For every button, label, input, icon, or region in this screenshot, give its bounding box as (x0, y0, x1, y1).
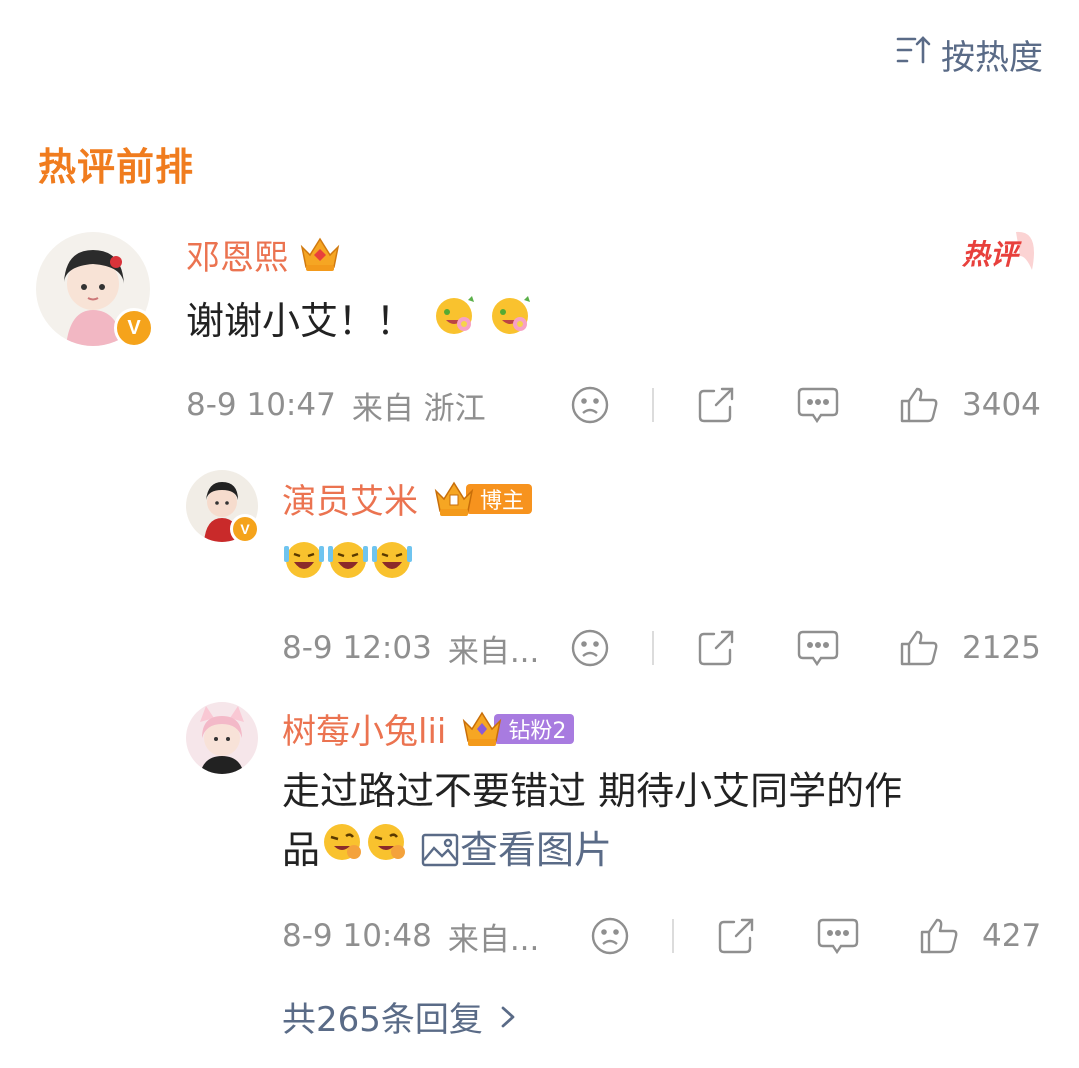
section-title: 热评前排 (38, 145, 195, 189)
like-count: 3404 (962, 387, 1041, 423)
like-button[interactable]: 427 (918, 916, 1041, 956)
dislike-button[interactable] (588, 916, 632, 956)
comment-text: 走过路过不要错过 期待小艾同学的作 品 查看图片 (282, 762, 1042, 880)
comment-text-line: 走过路过不要错过 期待小艾同学的作 (282, 769, 903, 813)
crown-icon (434, 481, 474, 516)
frown-icon (571, 629, 609, 667)
verified-badge: V (114, 308, 154, 348)
share-icon (718, 918, 754, 954)
frown-icon (591, 917, 629, 955)
hot-comment-label: 热评 (961, 238, 1022, 271)
avatar[interactable]: V (36, 232, 154, 348)
comment-time: 8-9 10:47 (186, 387, 336, 423)
view-image-label: 查看图片 (460, 828, 613, 872)
comment-location: 来自... (447, 921, 540, 958)
crown-icon (298, 233, 342, 277)
thumbs-up-icon (900, 630, 938, 666)
laugh-cry-emoji-icon (370, 538, 414, 586)
like-count: 427 (982, 918, 1042, 954)
thumbs-up-icon (920, 918, 958, 954)
dislike-button[interactable] (568, 628, 612, 668)
comment-icon (797, 387, 839, 424)
like-button[interactable]: 2125 (898, 628, 1041, 668)
reply-button[interactable] (796, 628, 840, 668)
comment-text (282, 538, 414, 586)
image-icon (421, 833, 459, 867)
sort-label: 按热度 (941, 38, 1043, 78)
sort-icon (895, 32, 931, 77)
divider (652, 388, 654, 422)
like-count: 2125 (962, 630, 1041, 666)
comment-icon (797, 630, 839, 667)
avatar[interactable]: V (186, 470, 260, 544)
reply-button[interactable] (796, 385, 840, 425)
more-replies-link[interactable]: 共265条回复 (282, 992, 517, 1041)
fan-badge: 博主 (432, 479, 533, 519)
wink-emoji-icon (320, 820, 364, 880)
share-button[interactable] (694, 385, 738, 425)
laugh-cry-emoji-icon (326, 538, 370, 586)
view-image-link[interactable]: 查看图片 (420, 821, 612, 879)
share-icon (698, 387, 734, 423)
divider (652, 631, 654, 665)
chevron-right-icon (501, 1006, 515, 1027)
share-icon (698, 630, 734, 666)
comment-text: 谢谢小艾！！ (186, 292, 532, 354)
diamond-fan-tag: 钻粉2 (494, 713, 575, 744)
wink-emoji-icon (364, 820, 408, 880)
hot-comment-badge: 热评 (960, 226, 1042, 286)
fan-badge: 钻粉2 (460, 709, 575, 749)
avatar[interactable] (186, 702, 258, 774)
comment-time: 8-9 10:48 (282, 918, 432, 954)
username[interactable]: 演员艾米 (282, 474, 418, 523)
dislike-button[interactable] (568, 385, 612, 425)
laugh-cry-emoji-icon (282, 538, 326, 586)
verified-badge: V (230, 514, 260, 544)
reply-button[interactable] (816, 916, 860, 956)
more-replies-label: 共265条回复 (282, 1000, 483, 1040)
divider (672, 919, 674, 953)
sort-by-hot-button[interactable]: 按热度 (895, 30, 1043, 79)
share-button[interactable] (714, 916, 758, 956)
avatar-image (186, 702, 258, 774)
crown-icon (463, 711, 502, 746)
comment-location: 来自... (447, 633, 540, 670)
flower-emoji-icon (488, 294, 532, 354)
comment-time: 8-9 12:03 (282, 630, 432, 666)
comment-text-content: 谢谢小艾！！ (186, 299, 415, 343)
username[interactable]: 树莓小兔lii (282, 704, 446, 753)
comment-icon (817, 918, 859, 955)
thumbs-up-icon (900, 387, 938, 423)
username[interactable]: 邓恩熙 (186, 230, 288, 279)
share-button[interactable] (694, 628, 738, 668)
frown-icon (571, 386, 609, 424)
comment-text-line: 品 (282, 828, 321, 872)
comment-location: 来自 浙江 (351, 390, 486, 427)
like-button[interactable]: 3404 (898, 385, 1041, 425)
flower-emoji-icon (432, 294, 476, 354)
